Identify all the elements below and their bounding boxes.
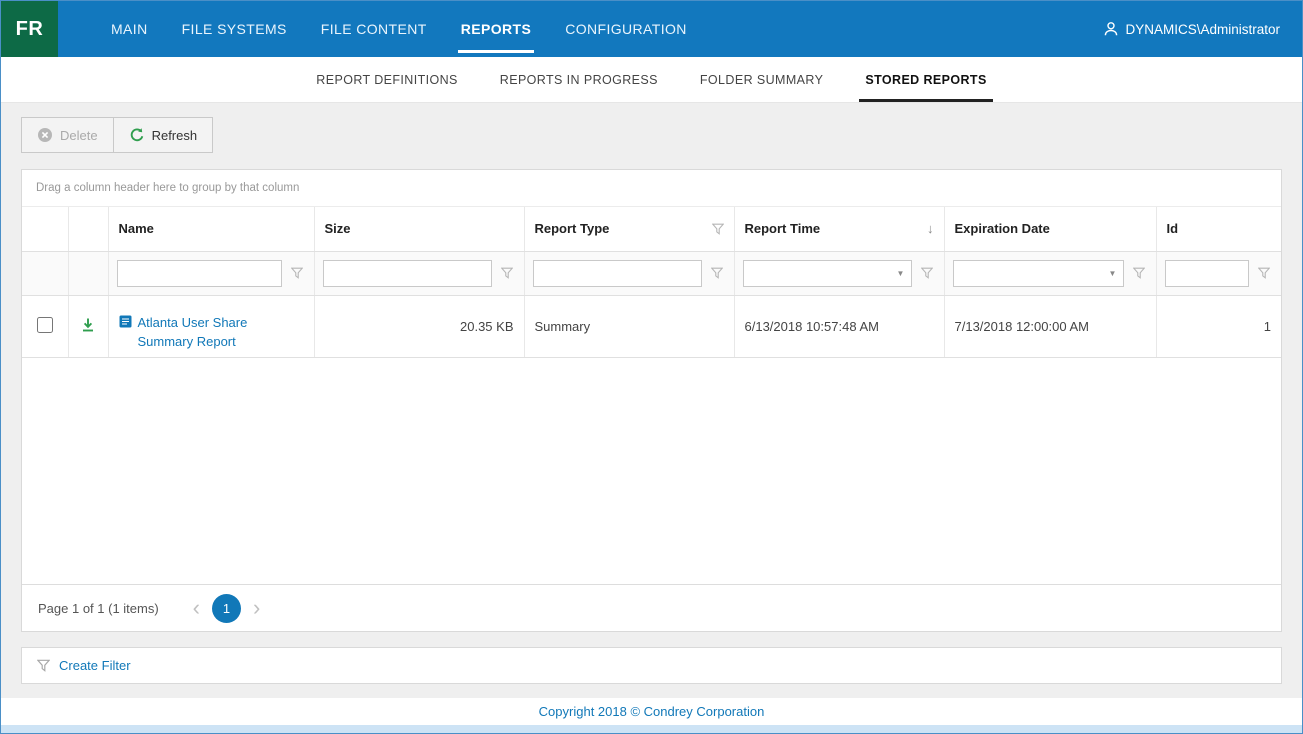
sort-desc-icon[interactable]: ↓: [927, 221, 934, 236]
column-header-name[interactable]: Name: [108, 207, 314, 251]
main-nav: MAIN FILE SYSTEMS FILE CONTENT REPORTS C…: [94, 1, 704, 57]
group-by-panel[interactable]: Drag a column header here to group by th…: [22, 170, 1281, 207]
top-bar: FR MAIN FILE SYSTEMS FILE CONTENT REPORT…: [1, 1, 1302, 57]
row-select-checkbox[interactable]: [37, 317, 53, 333]
pager: Page 1 of 1 (1 items) ‹ 1 ›: [22, 584, 1281, 631]
refresh-icon: [129, 127, 145, 143]
reports-subnav: REPORT DEFINITIONS REPORTS IN PROGRESS F…: [1, 57, 1302, 103]
stored-reports-grid: Drag a column header here to group by th…: [21, 169, 1282, 632]
column-header-size[interactable]: Size: [314, 207, 524, 251]
copyright-text: Copyright 2018 © Condrey Corporation: [1, 698, 1302, 725]
tab-report-definitions[interactable]: REPORT DEFINITIONS: [300, 57, 473, 102]
report-doc-icon: [119, 315, 132, 328]
delete-button[interactable]: Delete: [21, 117, 114, 153]
report-type-filter-icon[interactable]: [708, 260, 726, 287]
expiration-date: 7/13/2018 12:00:00 AM: [944, 295, 1156, 357]
nav-file-content[interactable]: FILE CONTENT: [304, 1, 444, 57]
nav-main[interactable]: MAIN: [94, 1, 165, 57]
create-filter-link[interactable]: Create Filter: [59, 658, 131, 673]
pager-page-1[interactable]: 1: [212, 594, 241, 623]
id-filter-input[interactable]: [1166, 261, 1249, 286]
report-type: Summary: [524, 295, 734, 357]
create-filter-funnel-icon: [37, 659, 50, 672]
refresh-button[interactable]: Refresh: [113, 117, 214, 153]
create-filter-bar: Create Filter: [21, 647, 1282, 684]
filter-row: ▼ ▼: [22, 251, 1281, 295]
report-id: 1: [1156, 295, 1281, 357]
report-time-filter-icon[interactable]: [918, 260, 936, 287]
report-time-dropdown-icon[interactable]: ▼: [891, 261, 911, 286]
pager-next-icon[interactable]: ›: [245, 597, 268, 619]
column-header-expiration-date[interactable]: Expiration Date: [944, 207, 1156, 251]
refresh-label: Refresh: [152, 128, 198, 143]
main-content: Delete Refresh Drag a column header here…: [1, 103, 1302, 698]
id-filter-icon[interactable]: [1255, 260, 1273, 287]
footer-strip: [1, 725, 1302, 733]
download-icon[interactable]: [80, 317, 96, 333]
size-filter-icon[interactable]: [498, 260, 516, 287]
nav-configuration[interactable]: CONFIGURATION: [548, 1, 704, 57]
size-filter-input[interactable]: [324, 261, 491, 286]
column-header-report-type[interactable]: Report Type: [524, 207, 734, 251]
filter-download-cell: [68, 251, 108, 295]
tab-reports-in-progress[interactable]: REPORTS IN PROGRESS: [484, 57, 674, 102]
reports-table: Name Size Report Type Report Time ↓: [22, 207, 1281, 358]
name-filter-input[interactable]: [118, 261, 281, 286]
tab-folder-summary[interactable]: FOLDER SUMMARY: [684, 57, 839, 102]
name-filter-icon[interactable]: [288, 260, 306, 287]
report-time-filter-input[interactable]: [744, 261, 891, 286]
user-name: DYNAMICS\Administrator: [1125, 22, 1280, 37]
app-logo: FR: [1, 1, 58, 57]
grid-empty-area: [22, 358, 1281, 585]
filter-icon[interactable]: [712, 223, 724, 235]
column-header-report-time[interactable]: Report Time ↓: [734, 207, 944, 251]
filter-select-cell: [22, 251, 68, 295]
toolbar: Delete Refresh: [21, 117, 1282, 153]
report-size: 20.35 KB: [314, 295, 524, 357]
expiration-date-filter-icon[interactable]: [1130, 260, 1148, 287]
nav-file-systems[interactable]: FILE SYSTEMS: [165, 1, 304, 57]
report-time: 6/13/2018 10:57:48 AM: [734, 295, 944, 357]
expiration-date-filter-input[interactable]: [954, 261, 1103, 286]
user-icon: [1103, 21, 1119, 37]
footer: Copyright 2018 © Condrey Corporation: [1, 698, 1302, 733]
nav-reports[interactable]: REPORTS: [444, 1, 548, 57]
header-select-column: [22, 207, 68, 251]
header-download-column: [68, 207, 108, 251]
delete-icon: [37, 127, 53, 143]
pager-summary: Page 1 of 1 (1 items): [38, 601, 159, 616]
column-header-id[interactable]: Id: [1156, 207, 1281, 251]
report-type-filter-input[interactable]: [534, 261, 701, 286]
pager-prev-icon[interactable]: ‹: [185, 597, 208, 619]
report-name-link[interactable]: Atlanta User Share Summary Report: [138, 314, 304, 352]
expiration-date-dropdown-icon[interactable]: ▼: [1103, 261, 1123, 286]
delete-label: Delete: [60, 128, 98, 143]
tab-stored-reports[interactable]: STORED REPORTS: [849, 57, 1002, 102]
table-header-row: Name Size Report Type Report Time ↓: [22, 207, 1281, 251]
table-row: Atlanta User Share Summary Report 20.35 …: [22, 295, 1281, 357]
user-menu[interactable]: DYNAMICS\Administrator: [1103, 1, 1302, 57]
